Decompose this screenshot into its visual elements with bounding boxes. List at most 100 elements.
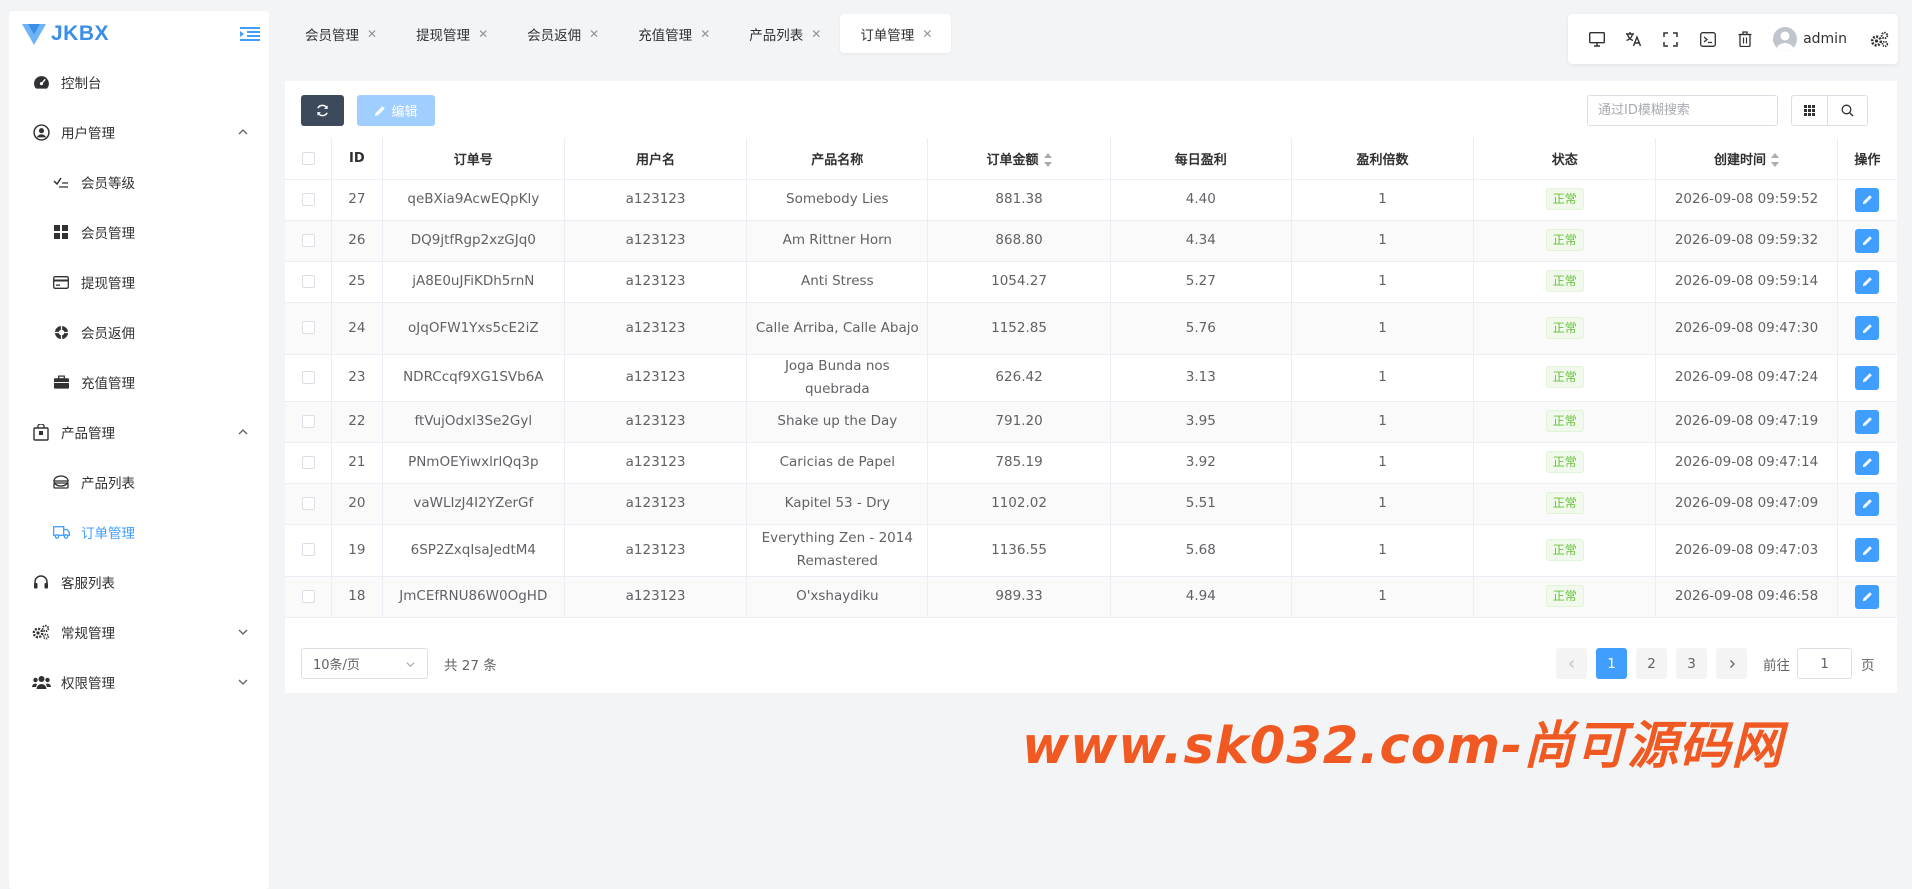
cell-id: 18 [331, 576, 383, 618]
logo[interactable]: JKBX [9, 11, 269, 57]
row-checkbox[interactable] [301, 192, 315, 206]
tab-product-list[interactable]: 产品列表 ✕ [729, 14, 840, 53]
tab-commission[interactable]: 会员返佣 ✕ [507, 14, 618, 53]
table-row[interactable]: 21 PNmOEYiwxlrlQq3p a123123 Caricias de Pap… [285, 442, 1897, 484]
close-icon[interactable]: ✕ [922, 27, 932, 41]
row-edit-button[interactable] [1855, 584, 1880, 609]
tab-withdraw-management[interactable]: 提现管理 ✕ [396, 14, 507, 53]
table-row[interactable]: 27 qeBXia9AcwEQpKly a123123 Somebody Lies 88… [285, 179, 1897, 221]
settings-gears-icon[interactable] [1861, 19, 1898, 59]
row-edit-button[interactable] [1855, 450, 1880, 475]
cell-created: 2026-09-08 09:46:58 [1655, 576, 1838, 618]
col-header: 产品名称 [746, 138, 929, 180]
table-row[interactable]: 26 DQ9jtfRgp2xzGJq0 a123123 Am Rittner Horn… [285, 220, 1897, 262]
col-header-sortable[interactable]: 订单金额 [927, 138, 1111, 180]
edit-button[interactable]: 编辑 [357, 95, 435, 126]
row-edit-button[interactable] [1855, 491, 1880, 516]
refresh-button[interactable] [301, 95, 344, 126]
next-page-button[interactable] [1716, 648, 1747, 679]
row-checkbox[interactable] [301, 233, 315, 247]
row-edit-button[interactable] [1855, 228, 1880, 253]
pencil-icon [1862, 236, 1872, 246]
cell-status: 正常 [1473, 302, 1657, 355]
tab-member-management[interactable]: 会员管理 ✕ [285, 14, 396, 53]
row-checkbox[interactable] [301, 414, 315, 428]
row-edit-button[interactable] [1855, 187, 1880, 212]
submenu-recharge[interactable]: 充值管理 [9, 357, 269, 407]
row-checkbox[interactable] [301, 543, 315, 556]
tab-recharge[interactable]: 充值管理 ✕ [618, 14, 729, 53]
user-menu[interactable]: admin [1773, 27, 1847, 51]
terminal-icon[interactable] [1689, 19, 1726, 59]
page-size-select[interactable]: 10条/页 [301, 648, 428, 679]
translate-icon[interactable] [1615, 19, 1652, 59]
user-name: admin [1803, 31, 1847, 47]
row-checkbox[interactable] [301, 370, 315, 384]
row-edit-button[interactable] [1855, 269, 1880, 294]
menu-general-management[interactable]: 常规管理 [9, 607, 269, 657]
close-icon[interactable]: ✕ [478, 27, 488, 41]
table-row[interactable]: 18 JmCEfRNU86W0OgHD a123123 O'xshaydiku 989.… [285, 576, 1897, 618]
grid-icon [1804, 105, 1815, 116]
submenu-withdraw-management[interactable]: 提现管理 [9, 257, 269, 307]
menu-product-management[interactable]: 产品管理 [9, 407, 269, 457]
page-button-3[interactable]: 3 [1676, 648, 1707, 679]
table-row[interactable]: 23 NDRCcqf9XG1SVb6A a123123 Joga Bunda nos … [285, 354, 1897, 402]
menu-collapse-icon[interactable] [240, 26, 260, 42]
submenu-member-level[interactable]: 会员等级 [9, 157, 269, 207]
submenu-commission[interactable]: 会员返佣 [9, 307, 269, 357]
close-icon[interactable]: ✕ [589, 27, 599, 41]
prev-page-button[interactable] [1556, 648, 1587, 679]
pencil-icon [1862, 277, 1872, 287]
row-edit-button[interactable] [1855, 316, 1880, 340]
sort-icon[interactable] [1043, 153, 1052, 168]
column-toggle-button[interactable] [1791, 95, 1828, 126]
table-row[interactable]: 20 vaWLIzJ4I2YZerGf a123123 Kapitel 53 - Dr… [285, 483, 1897, 525]
submenu-order-management[interactable]: 订单管理 [9, 507, 269, 557]
table-row[interactable]: 24 oJqOFW1Yxs5cE2iZ a123123 Calle Arriba, C… [285, 302, 1897, 355]
col-header: 盈利倍数 [1291, 138, 1475, 180]
close-icon[interactable]: ✕ [700, 27, 710, 41]
submenu-product-list[interactable]: 产品列表 [9, 457, 269, 507]
cell-status: 正常 [1473, 220, 1657, 262]
search-button[interactable] [1827, 95, 1868, 126]
page-button-2[interactable]: 2 [1636, 648, 1667, 679]
row-checkbox[interactable] [301, 321, 315, 334]
tab-order-management[interactable]: 订单管理 ✕ [840, 14, 952, 53]
monitor-icon[interactable] [1578, 19, 1615, 59]
chevron-left-icon [1568, 659, 1574, 668]
fullscreen-icon[interactable] [1652, 19, 1689, 59]
cell-actions [1837, 576, 1897, 618]
row-checkbox[interactable] [301, 455, 315, 469]
tab-label: 提现管理 [416, 27, 471, 44]
col-header-sortable[interactable]: 创建时间 [1655, 138, 1838, 180]
trash-icon[interactable] [1726, 19, 1763, 59]
page-button-1[interactable]: 1 [1596, 648, 1627, 679]
submenu-label: 产品列表 [81, 476, 135, 492]
menu-dashboard[interactable]: 控制台 [9, 57, 269, 107]
select-all-cell [285, 138, 333, 180]
select-all-checkbox[interactable] [301, 151, 315, 165]
menu-user-management[interactable]: 用户管理 [9, 107, 269, 157]
row-checkbox[interactable] [301, 496, 315, 510]
row-checkbox[interactable] [301, 589, 315, 603]
row-checkbox[interactable] [301, 274, 315, 288]
cell-user: a123123 [564, 261, 748, 303]
menu-customer-service[interactable]: 客服列表 [9, 557, 269, 607]
table-row[interactable]: 22 ftVujOdxl3Se2Gyl a123123 Shake up the Da… [285, 401, 1897, 443]
close-icon[interactable]: ✕ [367, 27, 377, 41]
row-edit-button[interactable] [1855, 409, 1880, 434]
table-row[interactable]: 25 jA8E0uJFiKDh5rnN a123123 Anti Stress 1054… [285, 261, 1897, 303]
table-row[interactable]: 19 6SP2ZxqIsaJedtM4 a123123 Everything Zen … [285, 524, 1897, 577]
submenu-member-management[interactable]: 会员管理 [9, 207, 269, 257]
status-badge: 正常 [1545, 188, 1584, 210]
sort-icon[interactable] [1771, 153, 1780, 168]
cell-amount: 989.33 [927, 576, 1111, 618]
close-icon[interactable]: ✕ [811, 27, 821, 41]
menu-permission-management[interactable]: 权限管理 [9, 657, 269, 707]
goto-page-input[interactable] [1797, 648, 1852, 679]
row-edit-button[interactable] [1855, 365, 1880, 390]
cell-created: 2026-09-08 09:59:52 [1655, 179, 1838, 221]
search-input[interactable] [1587, 95, 1778, 126]
row-edit-button[interactable] [1855, 538, 1880, 562]
